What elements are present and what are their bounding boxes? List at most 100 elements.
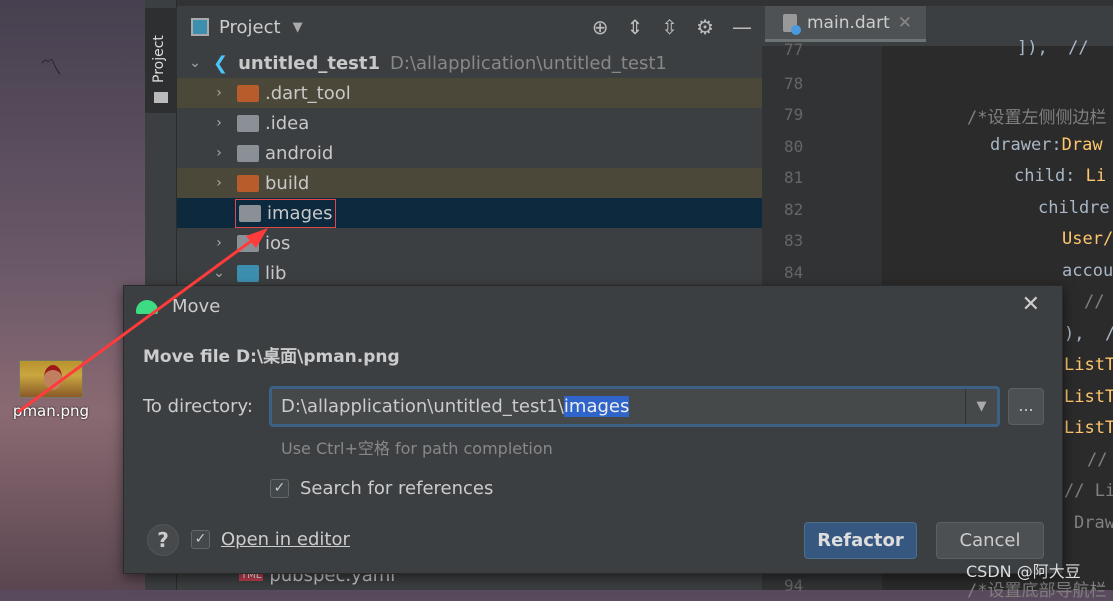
code-line: childre	[1038, 198, 1110, 218]
code-line: Draw	[1074, 513, 1113, 533]
highlight-box: images	[235, 198, 337, 228]
code-token: drawer:	[990, 135, 1062, 155]
code-line: // Li	[1064, 481, 1113, 501]
expand-all-icon[interactable]: ⇕	[627, 15, 644, 39]
open-in-editor-checkbox[interactable]: ✓ Open in editor	[191, 529, 350, 550]
dialog-title: Move	[172, 296, 221, 317]
line-number: 77	[784, 40, 804, 59]
folder-icon	[237, 84, 259, 102]
line-number: 82	[784, 200, 804, 219]
code-line: ), /	[1064, 324, 1113, 344]
desktop-file-pman[interactable]: pman.png	[6, 360, 96, 420]
dialog-heading: Move file D:\桌面\pman.png	[143, 347, 400, 367]
close-icon[interactable]: ✕	[1022, 292, 1040, 317]
item-label: build	[265, 172, 310, 194]
code-line: //	[1087, 450, 1108, 470]
checkbox-label: Search for references	[300, 478, 494, 499]
chevron-down-icon[interactable]: ▼	[293, 20, 303, 35]
close-icon[interactable]: ✕	[898, 13, 912, 33]
gear-icon[interactable]: ⚙	[696, 15, 714, 39]
file-label: pman.png	[12, 402, 90, 420]
root-path: D:\allapplication\untitled_test1	[390, 52, 667, 74]
dart-file-icon	[783, 13, 801, 35]
tree-item-idea[interactable]: › .idea	[177, 108, 762, 138]
project-view-icon	[191, 18, 209, 36]
tree-item-android[interactable]: › android	[177, 138, 762, 168]
folder-icon	[237, 174, 259, 192]
chevron-right-icon[interactable]: ›	[209, 145, 229, 161]
directory-text: D:\allapplication\untitled_test1\	[281, 396, 564, 417]
line-number: 94	[784, 576, 804, 595]
folder-icon	[154, 92, 168, 103]
path-completion-hint: Use Ctrl+空格 for path completion	[281, 439, 553, 458]
code-line: User/	[1062, 229, 1113, 249]
checkmark-icon[interactable]: ✓	[191, 530, 210, 549]
tab-main-dart[interactable]: main.dart ✕	[765, 6, 926, 42]
image-thumbnail	[19, 360, 83, 398]
tab-label: main.dart	[807, 12, 890, 33]
panel-header: Project ▼ ⊕ ⇕ ⇳ ⚙ —	[177, 0, 762, 48]
android-icon	[136, 299, 158, 314]
line-number: 84	[784, 263, 804, 282]
chevron-down-icon[interactable]: ⌄	[185, 55, 205, 71]
tree-root[interactable]: ⌄ ❮ untitled_test1 D:\allapplication\unt…	[177, 48, 762, 78]
flutter-icon: ❮	[213, 52, 229, 74]
tree-item-lib[interactable]: ⌄ lib	[177, 258, 762, 288]
project-tab-label: Project	[151, 35, 167, 83]
folder-icon	[237, 264, 259, 282]
folder-icon	[237, 114, 259, 132]
folder-icon	[237, 234, 259, 252]
checkmark-icon[interactable]: ✓	[270, 479, 289, 498]
cancel-button[interactable]: Cancel	[936, 522, 1044, 559]
bird-icon: 〽	[40, 56, 63, 81]
item-label: .dart_tool	[265, 82, 351, 104]
folder-icon	[239, 204, 261, 222]
code-line: drawer:Draw	[990, 135, 1103, 155]
project-view-selector[interactable]: Project	[219, 17, 281, 38]
project-tool-tab[interactable]: Project	[145, 8, 177, 113]
code-line: //	[1084, 292, 1105, 312]
search-references-checkbox[interactable]: ✓ Search for references	[270, 478, 493, 499]
chevron-right-icon[interactable]: ›	[209, 115, 229, 131]
tree-item-dart-tool[interactable]: › .dart_tool	[177, 78, 762, 108]
item-label: lib	[265, 262, 287, 284]
browse-button[interactable]: ...	[1008, 388, 1044, 425]
checkbox-label: Open in editor	[221, 529, 350, 550]
chevron-right-icon[interactable]: ›	[209, 235, 229, 251]
line-number: 80	[784, 137, 804, 156]
collapse-all-icon[interactable]: ⇳	[661, 15, 678, 39]
refactor-button[interactable]: Refactor	[804, 522, 917, 559]
code-line: child: Li	[1014, 166, 1106, 186]
tree-item-ios[interactable]: › ios	[177, 228, 762, 258]
chevron-right-icon[interactable]: ›	[209, 175, 229, 191]
directory-input[interactable]: D:\allapplication\untitled_test1\ images …	[269, 386, 1000, 427]
chevron-down-icon[interactable]: ⌄	[209, 265, 229, 281]
dialog-title-bar: Move	[136, 296, 220, 317]
code-line: ]), //	[1017, 38, 1099, 58]
item-label: android	[265, 142, 334, 164]
line-number: 79	[784, 105, 804, 124]
folder-icon	[237, 144, 259, 162]
locate-icon[interactable]: ⊕	[592, 15, 609, 39]
code-token: Draw	[1061, 135, 1103, 155]
dropdown-arrow-icon[interactable]: ▼	[965, 389, 997, 424]
item-label: .idea	[265, 112, 310, 134]
code-token: child:	[1014, 166, 1086, 186]
help-button[interactable]: ?	[147, 524, 179, 556]
hide-icon[interactable]: —	[732, 15, 752, 39]
tree-item-build[interactable]: › build	[177, 168, 762, 198]
to-directory-label: To directory:	[143, 396, 253, 417]
code-token: Li	[1085, 166, 1107, 186]
code-line: accou	[1062, 261, 1113, 281]
root-name: untitled_test1	[238, 52, 381, 74]
directory-selected-text: images	[563, 396, 630, 417]
line-number: 83	[784, 231, 804, 250]
move-dialog: Move ✕ Move file D:\桌面\pman.png To direc…	[123, 285, 1063, 574]
code-line: ListT	[1064, 355, 1113, 375]
item-label: ios	[265, 232, 291, 254]
code-line: ListT	[1064, 387, 1113, 407]
watermark: CSDN @阿大豆	[966, 562, 1081, 581]
chevron-right-icon[interactable]: ›	[209, 85, 229, 101]
tree-item-images[interactable]: images	[177, 198, 762, 228]
code-line: /*设置左侧侧边栏	[967, 108, 1107, 128]
